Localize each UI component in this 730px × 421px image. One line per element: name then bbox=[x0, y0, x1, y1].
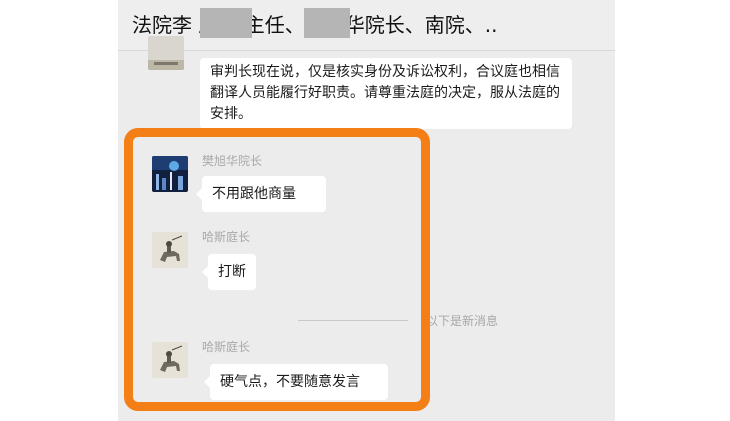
chat-window: 法院李 局、 主任、樊旭华院长、南院、.. 审判长现在说，仅是核实身份及诉讼权利… bbox=[118, 0, 615, 421]
night-city-photo-avatar[interactable] bbox=[152, 156, 188, 192]
message-bubble: 打断 bbox=[202, 254, 256, 290]
divider-label: 以下是新消息 bbox=[426, 314, 499, 328]
redacted-name-block bbox=[200, 8, 252, 38]
message-bubble: 硬气点，不要随意发言 bbox=[204, 364, 388, 400]
message-bubble: 不用跟他商量 bbox=[196, 176, 326, 212]
new-messages-divider: 以下是新消息 bbox=[298, 310, 598, 330]
message-text: 不用跟他商量 bbox=[212, 186, 296, 202]
sender-name: 樊旭华院长 bbox=[202, 154, 263, 168]
message-text: 审判长现在说，仅是核实身份及诉讼权利，合议庭也相信翻译人员能履行好职责。请尊重法… bbox=[210, 64, 560, 122]
sender-name: 哈斯庭长 bbox=[202, 230, 251, 244]
redacted-name-block bbox=[304, 8, 350, 38]
divider-line bbox=[298, 320, 408, 321]
message-text: 硬气点，不要随意发言 bbox=[220, 374, 360, 390]
avatar[interactable] bbox=[148, 36, 184, 70]
sender-name: 哈斯庭长 bbox=[202, 340, 251, 354]
horse-rider-avatar[interactable] bbox=[152, 342, 188, 378]
horse-rider-avatar[interactable] bbox=[152, 232, 188, 268]
chat-header: 法院李 局、 主任、樊旭华院长、南院、.. bbox=[118, 0, 615, 51]
message-bubble: 审判长现在说，仅是核实身份及诉讼权利，合议庭也相信翻译人员能履行好职责。请尊重法… bbox=[200, 58, 572, 129]
message-text: 打断 bbox=[218, 264, 246, 280]
